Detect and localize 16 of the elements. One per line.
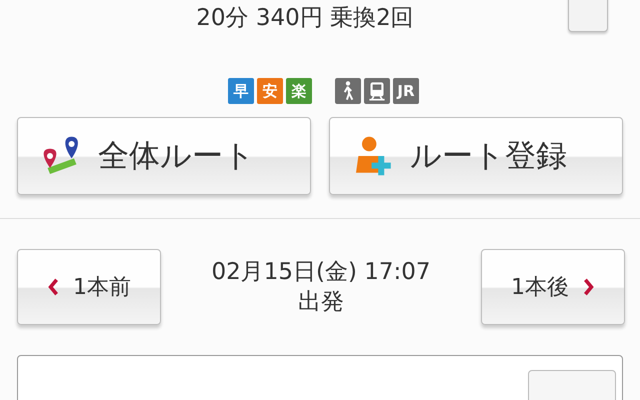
option-button[interactable] bbox=[568, 0, 608, 32]
chevron-left-icon bbox=[47, 277, 59, 297]
action-button[interactable]: 全体ルート bbox=[17, 117, 311, 195]
departure-datetime: 02月15日(金) 17:07 bbox=[211, 258, 431, 287]
next-button[interactable]: 1本後 bbox=[480, 249, 625, 325]
route-badge: 安 bbox=[257, 78, 283, 104]
previous-button[interactable]: 1本前 bbox=[17, 249, 161, 325]
train-icon bbox=[364, 78, 390, 104]
route-summary: 20分 340円 乗換2回 bbox=[196, 4, 414, 33]
route-badge: JR bbox=[393, 78, 419, 104]
route-badge: 早 bbox=[228, 78, 254, 104]
action-button[interactable]: ルート登録 bbox=[329, 117, 623, 195]
route-badge: 楽 bbox=[286, 78, 312, 104]
walking-person-icon bbox=[335, 78, 361, 104]
chevron-right-icon bbox=[582, 277, 595, 297]
departure-label: 出発 bbox=[296, 288, 345, 317]
